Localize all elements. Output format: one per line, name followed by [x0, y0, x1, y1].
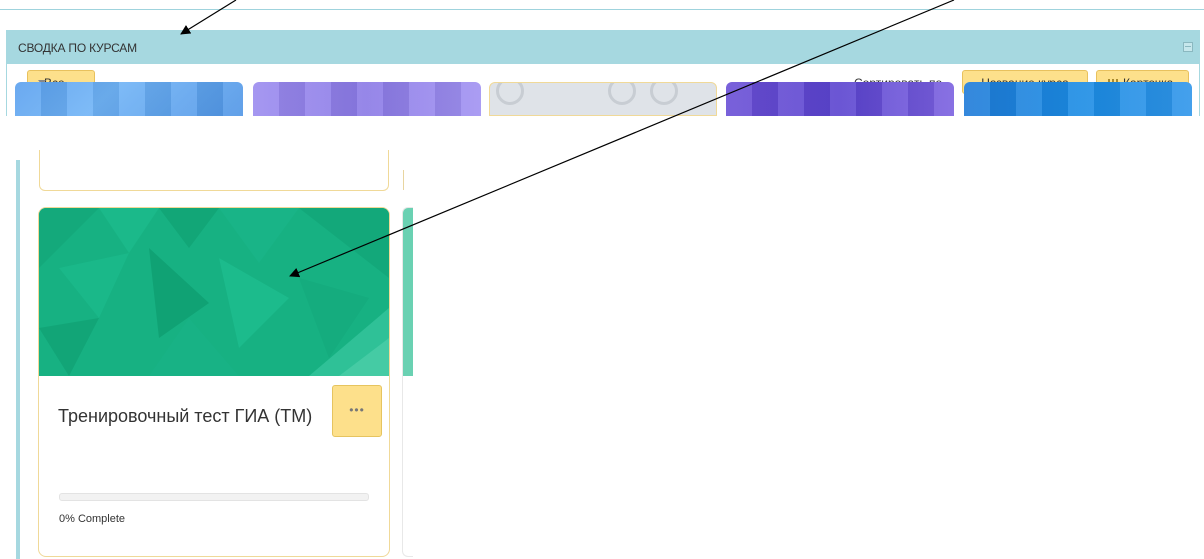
block-title: СВОДКА ПО КУРСАМ [18, 41, 137, 55]
block-header: СВОДКА ПО КУРСАМ [7, 31, 1199, 64]
previous-card-edge [403, 170, 412, 190]
next-card-edge [402, 207, 413, 557]
course-thumbnail[interactable] [726, 82, 954, 116]
collapse-icon[interactable] [1183, 42, 1193, 52]
course-card[interactable]: Тренировочный тест ГИА (ТМ) ••• 0% Compl… [38, 207, 390, 557]
progress-bar [59, 493, 369, 501]
previous-card-edge [39, 150, 389, 191]
top-divider [0, 9, 1204, 10]
more-icon[interactable]: ••• [332, 385, 382, 437]
course-image[interactable] [39, 208, 389, 376]
course-thumbnail[interactable] [15, 82, 243, 116]
course-title[interactable]: Тренировочный тест ГИА (ТМ) [58, 400, 348, 432]
course-thumbnail[interactable] [489, 82, 717, 116]
course-thumbnail[interactable] [253, 82, 481, 116]
annotation-arrow [180, 0, 237, 35]
course-thumbnail[interactable] [964, 82, 1192, 116]
progress-text: 0% Complete [59, 513, 126, 525]
course-image-pattern [39, 208, 389, 376]
block-left-border [16, 160, 20, 559]
